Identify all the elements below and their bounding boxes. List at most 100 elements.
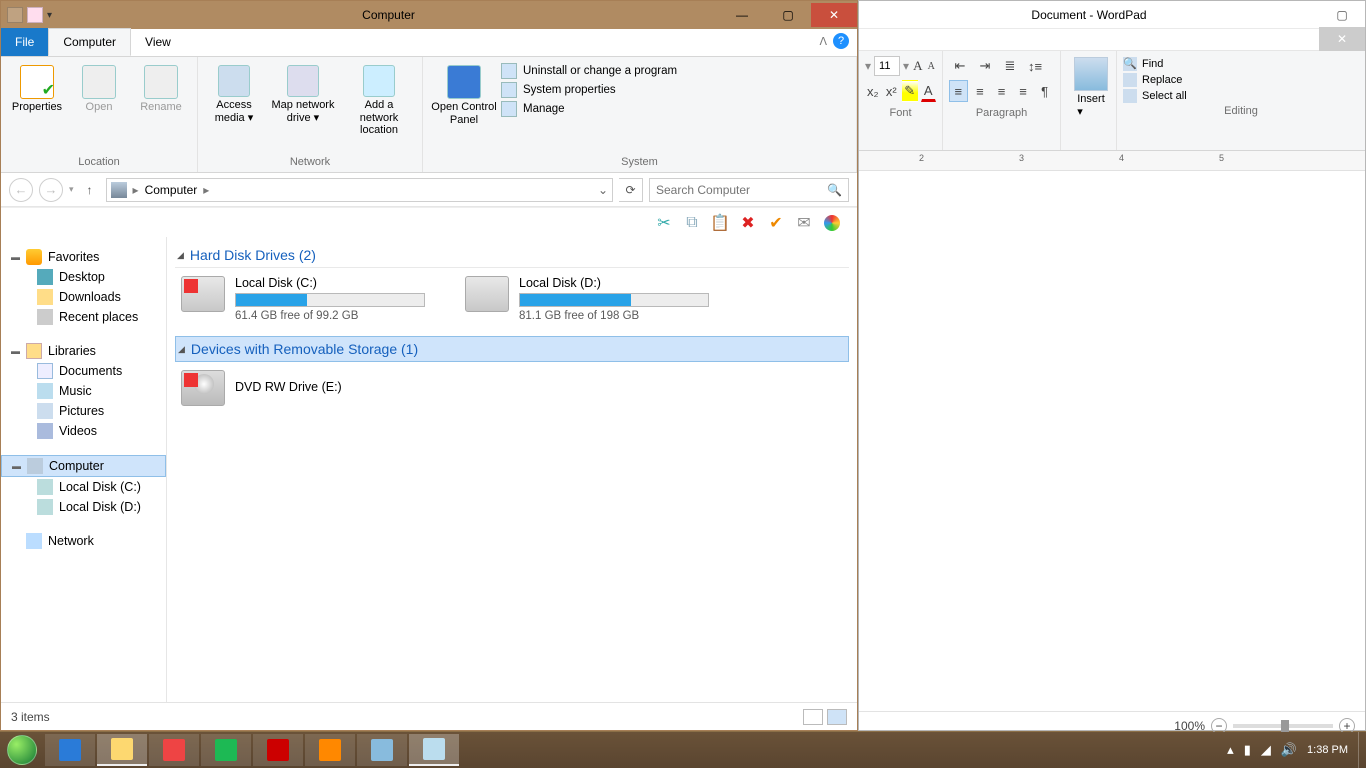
replace-button[interactable]: Replace: [1123, 73, 1359, 87]
align-left-button[interactable]: ≡: [949, 80, 968, 102]
nav-music[interactable]: Music: [1, 381, 166, 401]
select-all-button[interactable]: Select all: [1123, 89, 1359, 103]
computer-icon[interactable]: [7, 7, 23, 23]
align-center-button[interactable]: ≡: [971, 80, 990, 102]
ruler[interactable]: 2 3 4 5: [859, 151, 1365, 171]
taskbar-vlc[interactable]: [305, 734, 355, 766]
category-hdd[interactable]: ◢Hard Disk Drives (2): [175, 243, 849, 268]
refresh-button[interactable]: ⟳: [619, 178, 643, 202]
decrease-indent-button[interactable]: ⇤: [949, 55, 971, 77]
maximize-button[interactable]: ▢: [1319, 3, 1365, 27]
taskbar-app-green[interactable]: [201, 734, 251, 766]
view-details-button[interactable]: [803, 709, 823, 725]
nav-back-button[interactable]: ←: [9, 178, 33, 202]
nav-libraries[interactable]: ▬Libraries: [1, 341, 166, 361]
find-button[interactable]: 🔍Find: [1123, 57, 1359, 71]
taskbar-explorer[interactable]: [97, 734, 147, 766]
tray-expand-icon[interactable]: ▴: [1227, 742, 1234, 758]
qat-dropdown-icon[interactable]: ▾: [47, 10, 52, 21]
search-box[interactable]: 🔍: [649, 178, 849, 202]
nav-disk-d[interactable]: Local Disk (D:): [1, 497, 166, 517]
nav-disk-c[interactable]: Local Disk (C:): [1, 477, 166, 497]
align-right-button[interactable]: ≡: [992, 80, 1011, 102]
nav-documents[interactable]: Documents: [1, 361, 166, 381]
start-button[interactable]: [0, 732, 44, 768]
close-button[interactable]: ✕: [1319, 27, 1365, 51]
maximize-button[interactable]: ▢: [765, 3, 811, 27]
increase-indent-button[interactable]: ⇥: [974, 55, 996, 77]
explorer-titlebar[interactable]: ▾ Computer — ▢ ✕: [1, 1, 857, 29]
taskbar-chrome[interactable]: [149, 734, 199, 766]
category-removable[interactable]: ◢Devices with Removable Storage (1): [175, 336, 849, 362]
taskbar-opera[interactable]: [253, 734, 303, 766]
taskbar-ie[interactable]: [45, 734, 95, 766]
nav-desktop[interactable]: Desktop: [1, 267, 166, 287]
nav-favorites[interactable]: ▬Favorites: [1, 247, 166, 267]
taskbar-app1[interactable]: [357, 734, 407, 766]
breadcrumb-separator-icon[interactable]: ▸: [133, 183, 139, 197]
add-location-button[interactable]: Add a network location: [342, 61, 416, 154]
new-folder-icon[interactable]: [27, 7, 43, 23]
document-area[interactable]: [859, 171, 1365, 711]
tab-computer[interactable]: Computer: [48, 28, 131, 56]
clock[interactable]: 1:38 PM: [1307, 744, 1348, 756]
shrink-font-button[interactable]: A: [926, 55, 936, 77]
map-drive-button[interactable]: Map network drive ▾: [266, 61, 340, 154]
nav-videos[interactable]: Videos: [1, 421, 166, 441]
manage-button[interactable]: Manage: [501, 101, 677, 117]
nav-network[interactable]: ▬Network: [1, 531, 166, 551]
zoom-slider[interactable]: [1233, 724, 1333, 728]
show-desktop-button[interactable]: [1358, 732, 1366, 768]
delete-icon[interactable]: ✖: [739, 214, 757, 232]
nav-history-dropdown[interactable]: ▾: [69, 184, 74, 195]
copy-icon[interactable]: ⧉: [683, 214, 701, 232]
volume-icon[interactable]: 🔊: [1281, 742, 1297, 758]
taskbar-wordpad[interactable]: [409, 734, 459, 766]
grow-font-button[interactable]: A: [912, 55, 923, 77]
cut-icon[interactable]: ✂: [655, 214, 673, 232]
burn-icon[interactable]: [823, 214, 841, 232]
breadcrumb-separator-icon[interactable]: ▸: [203, 183, 209, 197]
address-bar[interactable]: ▸ Computer ▸ ⌄: [106, 178, 613, 202]
check-icon[interactable]: ✔: [767, 214, 785, 232]
mail-icon[interactable]: ✉: [795, 214, 813, 232]
minimize-button[interactable]: —: [719, 3, 765, 27]
wifi-icon[interactable]: ◢: [1261, 742, 1271, 758]
close-button[interactable]: ✕: [811, 3, 857, 27]
ribbon-collapse-icon[interactable]: ⴷ: [819, 35, 827, 48]
view-tiles-button[interactable]: [827, 709, 847, 725]
highlight-button[interactable]: ✎: [902, 80, 918, 102]
breadcrumb-computer[interactable]: Computer: [145, 183, 198, 197]
tab-file[interactable]: File: [1, 28, 48, 56]
nav-computer[interactable]: ▬Computer: [1, 455, 166, 477]
paragraph-dialog-button[interactable]: ¶: [1035, 80, 1054, 102]
nav-pictures[interactable]: Pictures: [1, 401, 166, 421]
help-icon[interactable]: ?: [833, 33, 849, 49]
wordpad-titlebar[interactable]: Document - WordPad — ▢ ✕: [859, 1, 1365, 29]
open-button[interactable]: Open: [69, 61, 129, 154]
font-size-input[interactable]: [874, 56, 900, 76]
justify-button[interactable]: ≡: [1014, 80, 1033, 102]
nav-downloads[interactable]: Downloads: [1, 287, 166, 307]
drive-d[interactable]: Local Disk (D:) 81.1 GB free of 198 GB: [465, 276, 725, 322]
uninstall-program-button[interactable]: Uninstall or change a program: [501, 63, 677, 79]
search-icon[interactable]: 🔍: [827, 183, 842, 197]
properties-button[interactable]: ✔ Properties: [7, 61, 67, 154]
nav-recent-places[interactable]: Recent places: [1, 307, 166, 327]
access-media-button[interactable]: Access media ▾: [204, 61, 264, 154]
search-input[interactable]: [656, 183, 821, 197]
nav-forward-button[interactable]: →: [39, 178, 63, 202]
system-properties-button[interactable]: System properties: [501, 82, 677, 98]
font-color-button[interactable]: A: [921, 80, 937, 102]
address-dropdown-icon[interactable]: ⌄: [598, 183, 608, 197]
drive-dvd[interactable]: DVD RW Drive (E:): [181, 370, 441, 406]
open-control-panel-button[interactable]: Open Control Panel: [429, 61, 499, 154]
subscript-button[interactable]: x₂: [865, 80, 881, 102]
insert-button[interactable]: Insert▾: [1067, 55, 1115, 120]
tab-view[interactable]: View: [131, 28, 185, 56]
paste-icon[interactable]: 📋: [711, 214, 729, 232]
nav-up-button[interactable]: ↑: [80, 183, 100, 197]
rename-button[interactable]: Rename: [131, 61, 191, 154]
bullets-button[interactable]: ≣: [999, 55, 1021, 77]
drive-c[interactable]: Local Disk (C:) 61.4 GB free of 99.2 GB: [181, 276, 441, 322]
